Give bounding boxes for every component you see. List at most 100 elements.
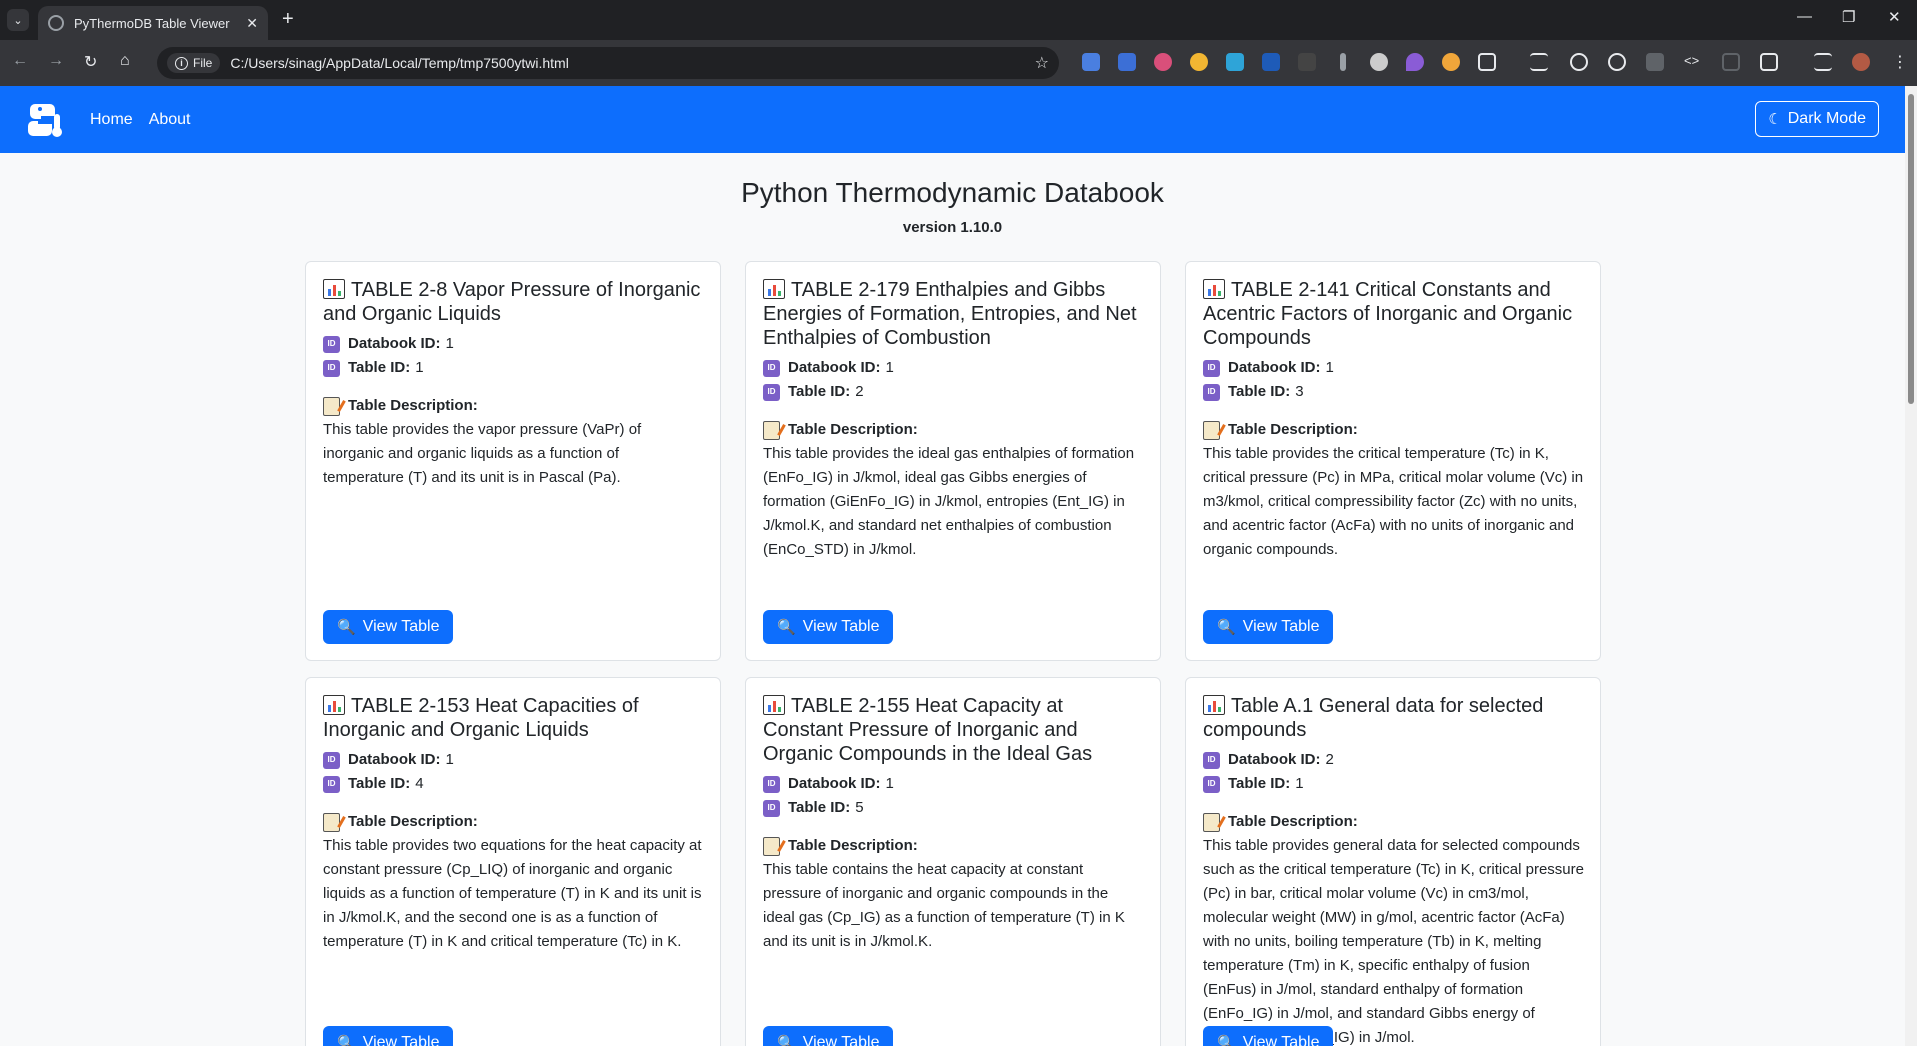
tab-title: PyThermoDB Table Viewer (74, 15, 230, 31)
page-scrollbar[interactable] (1905, 86, 1917, 1046)
view-table-button[interactable]: 🔍 View Table (763, 610, 894, 644)
browser-tab[interactable]: PyThermoDB Table Viewer ✕ (38, 6, 268, 40)
restore-icon[interactable]: ❐ (1842, 8, 1855, 26)
description-heading: Table Description: (763, 834, 1144, 858)
table-id-value: 5 (855, 799, 864, 816)
home-icon[interactable]: ⌂ (120, 52, 130, 70)
nav-home-link[interactable]: Home (90, 111, 133, 129)
site-info-chip[interactable]: i File (167, 53, 221, 73)
bookmark-star-icon[interactable]: ☆ (1035, 53, 1049, 73)
color-extension-icon[interactable] (1154, 53, 1172, 71)
databook-id-line: ID Databook ID: 2 (1203, 748, 1584, 772)
history-icon[interactable] (1608, 53, 1626, 71)
cloud-extension-icon[interactable] (1226, 53, 1244, 71)
tab-search-button[interactable]: ⌄ (7, 9, 29, 31)
view-table-button[interactable]: 🔍 View Table (1203, 1026, 1334, 1046)
card-description: This table provides the ideal gas enthal… (763, 445, 1135, 558)
table-id-label: Table ID: (348, 359, 411, 376)
magnifier-icon: 🔍 (1217, 1035, 1236, 1046)
bar-chart-icon (323, 279, 345, 299)
pdf-extension-icon[interactable] (1262, 53, 1280, 71)
databook-id-label: Databook ID: (788, 359, 881, 376)
description-heading: Table Description: (1203, 810, 1584, 834)
databook-id-value: 1 (885, 359, 894, 376)
card-description: This table contains the heat capacity at… (763, 861, 1125, 950)
databook-id-line: ID Databook ID: 1 (763, 772, 1144, 796)
view-table-button[interactable]: 🔍 View Table (323, 1026, 454, 1046)
drop-extension-icon[interactable] (1406, 53, 1424, 71)
table-id-line: ID Table ID: 5 (763, 796, 1144, 820)
menu-kebab-icon[interactable]: ⋮ (1892, 52, 1908, 72)
id-icon: ID (323, 335, 340, 353)
table-id-label: Table ID: (788, 383, 851, 400)
forward-icon[interactable]: → (48, 52, 64, 70)
close-window-icon[interactable]: ✕ (1888, 8, 1901, 26)
description-label: Table Description: (1228, 421, 1358, 438)
minimize-icon[interactable]: — (1797, 8, 1812, 25)
globe-icon (48, 15, 64, 31)
translate-extension-icon[interactable] (1118, 53, 1136, 71)
url-text[interactable]: C:/Users/sinag/AppData/Local/Temp/tmp750… (230, 55, 568, 71)
bug-extension-icon[interactable] (1370, 53, 1388, 71)
table-id-line: ID Table ID: 1 (1203, 772, 1584, 796)
table-id-line: ID Table ID: 1 (323, 356, 704, 380)
id-icon: ID (323, 359, 340, 377)
nav-about-link[interactable]: About (149, 111, 191, 129)
code-icon[interactable]: <> (1684, 53, 1702, 71)
table-card: TABLE 2-141 Critical Constants and Acent… (1185, 261, 1601, 661)
memo-icon (323, 396, 340, 416)
scrollbar-thumb[interactable] (1908, 94, 1914, 404)
devices-icon[interactable] (1722, 53, 1740, 71)
table-id-label: Table ID: (788, 799, 851, 816)
puzzle-extensions-icon[interactable] (1478, 53, 1496, 71)
id-icon: ID (1203, 383, 1220, 401)
chrome-extension-icon[interactable] (1190, 53, 1208, 71)
magnifier-icon: 🔍 (777, 619, 796, 636)
dark-mode-button[interactable]: ☾ Dark Mode (1755, 101, 1879, 137)
description-heading: Table Description: (323, 810, 704, 834)
bar-chart-icon (1203, 279, 1225, 299)
close-tab-icon[interactable]: ✕ (246, 15, 258, 32)
card-title-text: TABLE 2-155 Heat Capacity at Constant Pr… (763, 695, 1093, 765)
fire-extension-icon[interactable] (1442, 53, 1460, 71)
back-icon[interactable]: ← (12, 52, 28, 70)
databook-id-line: ID Databook ID: 1 (1203, 356, 1584, 380)
table-id-value: 2 (855, 383, 864, 400)
databook-id-label: Databook ID: (1228, 751, 1321, 768)
description-label: Table Description: (1228, 813, 1358, 830)
view-table-label: View Table (1242, 1034, 1320, 1046)
site-info-label: File (193, 56, 213, 70)
id-icon: ID (1203, 751, 1220, 769)
view-table-button[interactable]: 🔍 View Table (1203, 610, 1334, 644)
table-id-line: ID Table ID: 3 (1203, 380, 1584, 404)
pen-extension-icon[interactable] (1340, 53, 1346, 71)
reload-icon[interactable]: ↻ (84, 52, 97, 72)
card-title: TABLE 2-179 Enthalpies and Gibbs Energie… (763, 278, 1144, 350)
view-table-button[interactable]: 🔍 View Table (763, 1026, 894, 1046)
card-description: This table provides two equations for th… (323, 837, 702, 950)
card-description: This table provides the critical tempera… (1203, 445, 1584, 558)
reading-list-icon[interactable] (1760, 53, 1778, 71)
card-title: TABLE 2-141 Critical Constants and Acent… (1203, 278, 1584, 350)
view-table-button[interactable]: 🔍 View Table (323, 610, 454, 644)
key-icon[interactable] (1570, 53, 1588, 71)
databook-id-label: Databook ID: (348, 335, 441, 352)
description-label: Table Description: (788, 421, 918, 438)
mail-extension-icon[interactable] (1298, 53, 1316, 71)
incognito-icon[interactable] (1530, 53, 1548, 71)
avatar[interactable] (1852, 53, 1870, 71)
id-icon: ID (763, 359, 780, 377)
table-id-label: Table ID: (1228, 775, 1291, 792)
id-icon: ID (763, 775, 780, 793)
address-bar[interactable]: i File C:/Users/sinag/AppData/Local/Temp… (157, 47, 1059, 79)
memo-icon (1203, 812, 1220, 832)
python-thermometer-logo-icon[interactable] (26, 100, 66, 140)
databook-id-value: 2 (1325, 751, 1334, 768)
bar-chart-icon (763, 695, 785, 715)
extension-icon[interactable] (1082, 53, 1100, 71)
translate-icon[interactable] (1646, 53, 1664, 71)
media-icon[interactable] (1814, 53, 1832, 71)
info-icon: i (175, 56, 188, 70)
description-label: Table Description: (788, 837, 918, 854)
new-tab-button[interactable]: + (282, 8, 294, 31)
